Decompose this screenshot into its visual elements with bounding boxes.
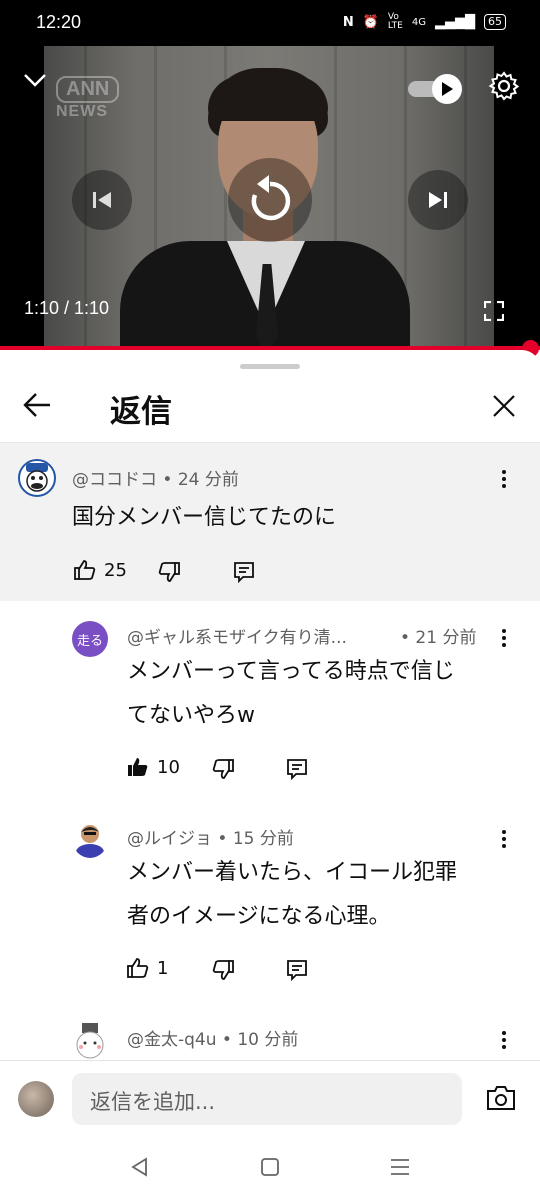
like-button[interactable]: 10 — [127, 756, 180, 778]
play-icon — [432, 74, 462, 104]
status-icons: N ⏰ Vo LTE 4G ▂▄▆█ 65 — [343, 13, 506, 31]
reply-comment: @ルイジョ • 15 分前 メンバー着いたら、イコール犯罪 者のイメージになる心… — [0, 802, 540, 1002]
channel-watermark: ANN NEWS — [56, 76, 120, 121]
dislike-button[interactable] — [212, 959, 234, 985]
person-hair-front — [208, 76, 328, 121]
thumbs-up-icon — [127, 958, 149, 978]
comment-text: 国分メンバー信じてたのに — [72, 505, 337, 530]
more-options-icon[interactable] — [502, 629, 506, 650]
settings-gear-icon[interactable] — [488, 70, 520, 106]
comment-author[interactable]: @金太-q4u • 10 分前 — [127, 1025, 298, 1050]
panel-title: 返信 — [110, 394, 172, 430]
status-bar: 12:20 N ⏰ Vo LTE 4G ▂▄▆█ 65 — [0, 0, 540, 46]
comment-text-line2: てないやろw — [127, 703, 255, 728]
system-nav-bar — [0, 1140, 540, 1200]
comment-text-line2: 者のイメージになる心理。 — [127, 904, 391, 929]
autoplay-toggle[interactable] — [408, 74, 464, 104]
thumbs-down-icon — [158, 562, 180, 582]
video-player[interactable]: ANN NEWS 1:10 / 1:10 — [0, 46, 540, 348]
like-count: 10 — [157, 756, 180, 778]
avatar[interactable] — [18, 459, 56, 497]
previous-button[interactable] — [72, 170, 132, 230]
reply-button[interactable] — [286, 758, 308, 784]
like-button[interactable]: 1 — [127, 957, 168, 979]
dislike-button[interactable] — [158, 561, 180, 587]
reply-comment: 走る @ギャル系モザイク有り清... • 21 分前 メンバーって言ってる時点で… — [0, 601, 540, 801]
own-avatar — [18, 1081, 54, 1117]
close-icon[interactable] — [492, 394, 516, 422]
replay-icon — [251, 175, 291, 221]
comment-reply-icon — [287, 759, 307, 781]
more-options-icon[interactable] — [502, 830, 506, 851]
volte-icon: Vo LTE — [387, 12, 403, 31]
reply-button[interactable] — [233, 561, 255, 587]
dislike-button[interactable] — [212, 758, 234, 784]
thumbs-down-icon — [212, 759, 234, 779]
comment-time: • 21 分前 — [400, 628, 477, 648]
reply-input-bar: 返信を追加... — [0, 1060, 540, 1140]
more-options-icon[interactable] — [502, 1031, 506, 1052]
reply-input[interactable]: 返信を追加... — [72, 1073, 462, 1125]
signal-icon: ▂▄▆█ — [435, 14, 475, 30]
nav-menu-icon[interactable] — [389, 1157, 411, 1181]
skip-previous-icon — [93, 192, 111, 208]
next-button[interactable] — [408, 170, 468, 230]
comment-text-line1: メンバー着いたら、イコール犯罪 — [127, 860, 458, 885]
camera-icon[interactable] — [486, 1085, 516, 1115]
avatar[interactable] — [72, 820, 108, 858]
comment-author[interactable]: @ルイジョ • 15 分前 — [127, 824, 294, 849]
replay-button[interactable] — [228, 158, 312, 242]
avatar[interactable] — [72, 1021, 108, 1059]
thumbs-up-icon — [74, 560, 96, 580]
comment-reply-icon — [234, 562, 254, 584]
nfc-icon: N — [342, 14, 354, 30]
collapse-chevron-icon[interactable] — [22, 72, 48, 92]
watermark-news: NEWS — [56, 103, 108, 120]
watermark-ann: ANN — [56, 76, 120, 103]
network-label: 4G — [411, 16, 426, 28]
skip-next-icon — [429, 192, 447, 208]
like-count: 25 — [104, 559, 127, 581]
fullscreen-icon[interactable] — [483, 300, 505, 325]
reply-button[interactable] — [286, 959, 308, 985]
reply-placeholder: 返信を追加... — [90, 1090, 216, 1114]
more-options-icon[interactable] — [502, 470, 506, 491]
reply-comment: @金太-q4u • 10 分前 — [0, 1003, 540, 1060]
video-time: 1:10 / 1:10 — [24, 298, 110, 318]
avatar-text: 走る — [76, 633, 103, 649]
nav-back-icon[interactable] — [130, 1157, 150, 1181]
status-time: 12:20 — [36, 12, 82, 32]
comment-reply-icon — [287, 960, 307, 982]
avatar[interactable]: 走る — [72, 621, 108, 657]
comment-author[interactable]: @ギャル系モザイク有り清... — [127, 623, 347, 648]
comment-text-line1: メンバーって言ってる時点で信じ — [127, 659, 455, 684]
nav-home-icon[interactable] — [260, 1157, 280, 1181]
battery-icon: 65 — [484, 14, 506, 30]
like-button[interactable]: 25 — [74, 559, 127, 581]
back-arrow-icon[interactable] — [22, 392, 52, 422]
comment-author[interactable]: @ココドコ • 24 分前 — [72, 465, 239, 490]
thumbs-up-filled-icon — [128, 758, 148, 776]
alarm-icon: ⏰ — [362, 14, 379, 30]
drag-handle[interactable] — [240, 364, 300, 369]
thumbs-down-icon — [212, 960, 234, 980]
parent-comment: @ココドコ • 24 分前 国分メンバー信じてたのに 25 — [0, 443, 540, 601]
like-count: 1 — [157, 957, 169, 979]
